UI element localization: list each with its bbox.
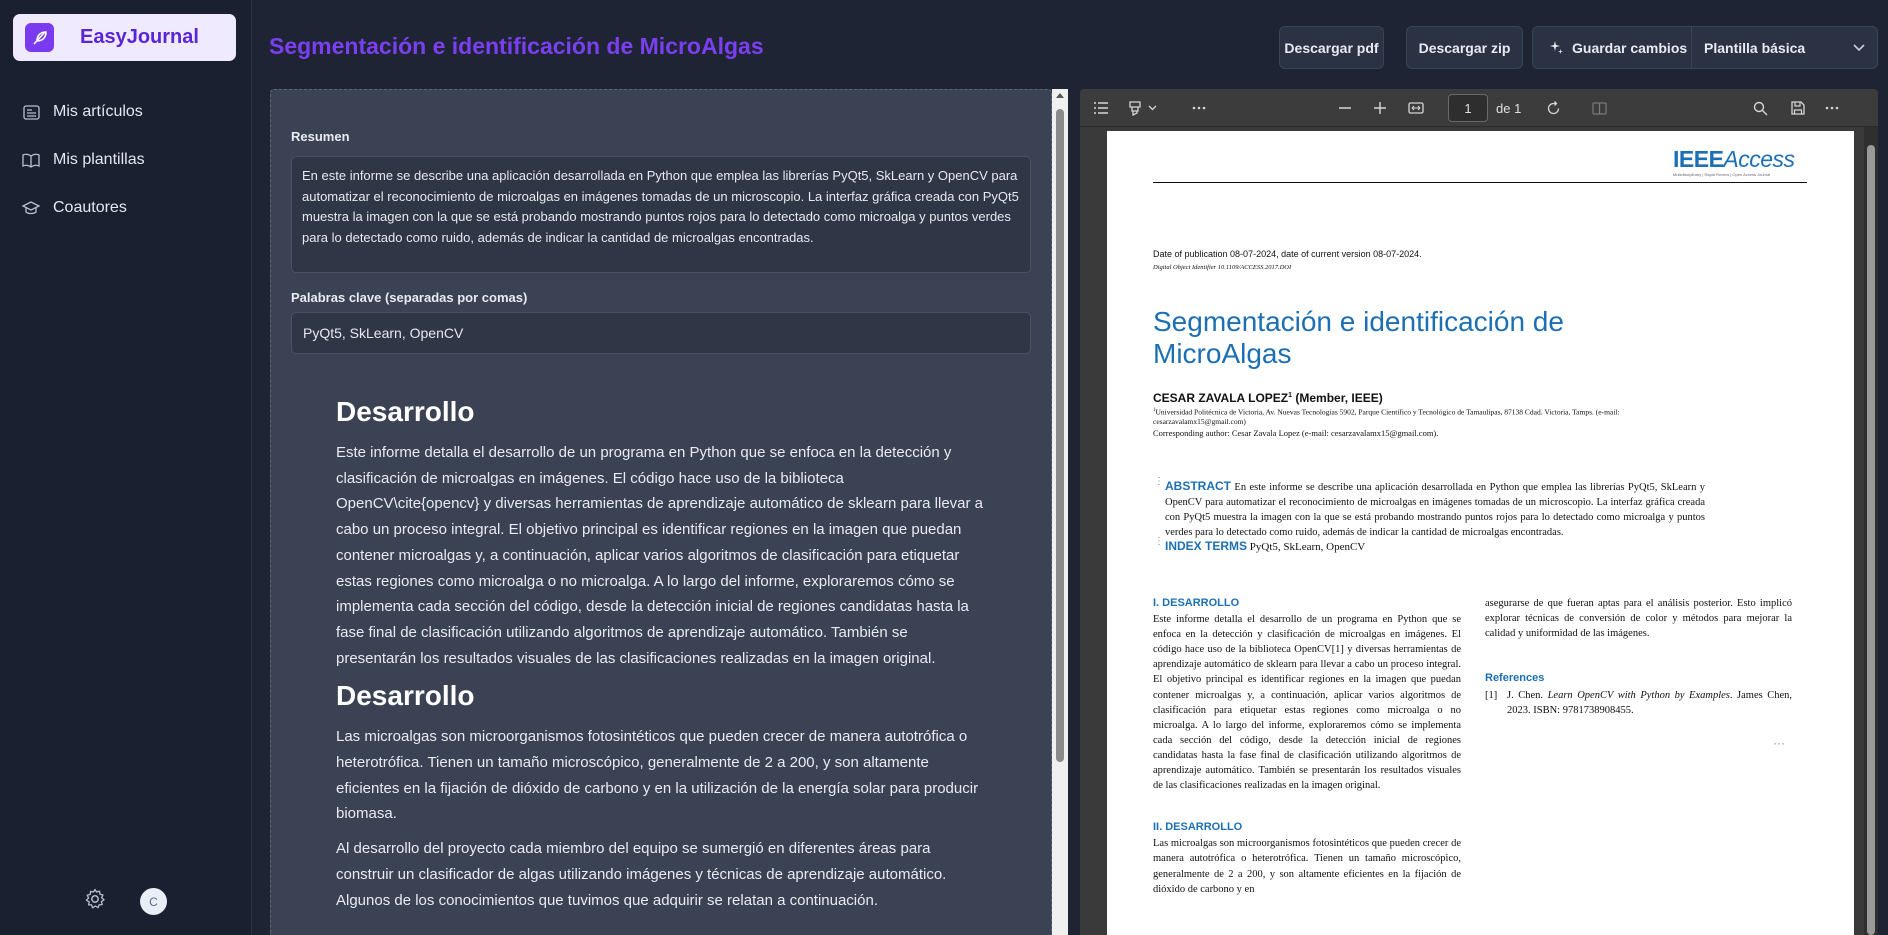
doi-line: Digital Object Identifier 10.1109/ACCESS… [1153, 264, 1292, 271]
page-view-icon[interactable] [1590, 99, 1608, 117]
author-affiliation: 1Universidad Politécnica de Victoria, Av… [1153, 407, 1620, 427]
fit-page-icon[interactable] [1407, 99, 1425, 117]
article-editor: Resumen En este informe se describe una … [270, 89, 1052, 935]
page-title: Segmentación e identificación de MicroAl… [269, 33, 764, 59]
template-select[interactable]: Plantilla básica [1692, 27, 1877, 68]
paper-author: CESAR ZAVALA LOPEZ1 (Member, IEEE) [1153, 391, 1383, 405]
editor-scrollbar-thumb[interactable] [1056, 109, 1064, 762]
editor-scrollbar[interactable] [1052, 89, 1068, 935]
save-changes-label: Guardar cambios [1572, 39, 1688, 56]
paragraph: Este informe detalla el desarrollo de un… [336, 444, 984, 667]
search-icon[interactable] [1751, 99, 1769, 117]
references-heading: References [1485, 672, 1545, 685]
article-content[interactable]: Desarrollo Este informe detalla el desar… [336, 388, 986, 922]
pdf-viewer: 1 de 1 IEEEAccess Multidisciplinary | Ra… [1080, 89, 1878, 935]
section-heading: II. DESARROLLO [1153, 821, 1243, 834]
more-options-icon[interactable] [1190, 99, 1208, 117]
highlight-icon[interactable] [1126, 99, 1144, 117]
template-select-value: Plantilla básica [1704, 39, 1806, 56]
sidebar-item-articles[interactable]: Mis artículos [22, 88, 145, 136]
sidebar-nav: Mis artículos Mis plantillas Coautores [22, 88, 145, 232]
section-heading: I. DESARROLLO [1153, 597, 1240, 609]
sidebar-item-label: Mis artículos [53, 103, 143, 120]
sidebar: EasyJournal Mis artículos Mis plantillas… [0, 0, 252, 935]
drag-handle-icon[interactable]: ⋮ [1154, 537, 1164, 547]
summary-textarea[interactable]: En este informe se describe una aplicaci… [291, 156, 1031, 273]
pdf-scrollbar-thumb[interactable] [1867, 145, 1875, 935]
gear-icon[interactable] [84, 888, 106, 915]
articles-icon [22, 103, 40, 121]
pdf-page: IEEEAccess Multidisciplinary | Rapid Rev… [1107, 131, 1854, 935]
drag-handle-icon[interactable]: ⋮ [1154, 477, 1164, 487]
paper-title: Segmentación e identificación de MicroAl… [1153, 306, 1564, 369]
keywords-label: Palabras clave (separadas por comas) [291, 290, 528, 305]
header-rule [1153, 182, 1807, 183]
sidebar-item-label: Coautores [53, 199, 127, 216]
sidebar-item-templates[interactable]: Mis plantillas [22, 136, 145, 184]
corresponding-author: Corresponding author: Cesar Zavala Lopez… [1153, 428, 1439, 438]
sidebar-footer: C [84, 888, 167, 915]
sparkle-icon [1549, 40, 1564, 55]
sidebar-item-coauthors[interactable]: Coautores [22, 184, 145, 232]
save-template-group: Guardar cambios Plantilla básica [1532, 26, 1878, 69]
download-pdf-button[interactable]: Descargar pdf [1279, 26, 1384, 69]
pdf-toolbar: 1 de 1 [1080, 89, 1878, 127]
outline-list-icon[interactable] [1092, 99, 1110, 117]
publication-date: Date of publication 08-07-2024, date of … [1153, 249, 1422, 259]
brand-home-link[interactable]: EasyJournal [13, 14, 236, 61]
book-icon [22, 151, 40, 169]
keywords-input[interactable]: PyQt5, SkLearn, OpenCV [291, 312, 1031, 354]
paragraph: Al desarrollo del proyecto cada miembro … [336, 840, 947, 909]
zoom-in-icon[interactable] [1372, 99, 1388, 117]
section-text: asegurarse de que fueran aptas para el a… [1485, 598, 1792, 640]
pdf-column-right: asegurarse de que fueran aptas para el a… [1485, 596, 1792, 719]
summary-label: Resumen [291, 129, 350, 144]
chevron-down-icon [1853, 43, 1865, 52]
more-options-icon[interactable]: ··· [1773, 737, 1785, 749]
section-text: Este informe detalla el desarrollo de un… [1153, 614, 1461, 792]
rotate-icon[interactable] [1544, 99, 1562, 117]
page-number-input[interactable]: 1 [1448, 94, 1488, 122]
download-zip-button[interactable]: Descargar zip [1406, 26, 1523, 69]
pdf-scrollbar[interactable] [1864, 127, 1878, 935]
graduation-cap-icon [22, 199, 40, 217]
section-heading: Desarrollo [336, 680, 475, 712]
app-name: EasyJournal [80, 26, 199, 48]
reference-item: [1] J. Chen. Learn OpenCV with Python by… [1485, 690, 1793, 717]
paragraph: Las microalgas son microorganismos fotos… [336, 728, 979, 823]
chevron-down-icon[interactable] [1146, 99, 1158, 117]
page-count: de 1 [1496, 101, 1522, 116]
save-icon[interactable] [1789, 99, 1807, 117]
avatar[interactable]: C [140, 888, 167, 915]
save-changes-button[interactable]: Guardar cambios [1533, 27, 1692, 68]
pdf-column-left: I. DESARROLLO Este informe detalla el de… [1153, 596, 1461, 897]
zoom-out-icon[interactable] [1337, 99, 1353, 117]
section-text: Las microalgas son microorganismos fotos… [1153, 838, 1461, 895]
abstract-block: ABSTRACT En este informe se describe una… [1165, 479, 1706, 538]
feather-logo-icon [25, 23, 54, 52]
more-options-icon[interactable] [1823, 99, 1841, 117]
scroll-up-arrow-icon[interactable] [1056, 93, 1064, 98]
section-heading: Desarrollo [336, 396, 475, 427]
ieee-access-logo: IEEEAccess Multidisciplinary | Rapid Rev… [1673, 146, 1795, 177]
sidebar-item-label: Mis plantillas [53, 151, 145, 168]
index-terms: INDEX TERMS PyQt5, SkLearn, OpenCV [1165, 539, 1366, 553]
